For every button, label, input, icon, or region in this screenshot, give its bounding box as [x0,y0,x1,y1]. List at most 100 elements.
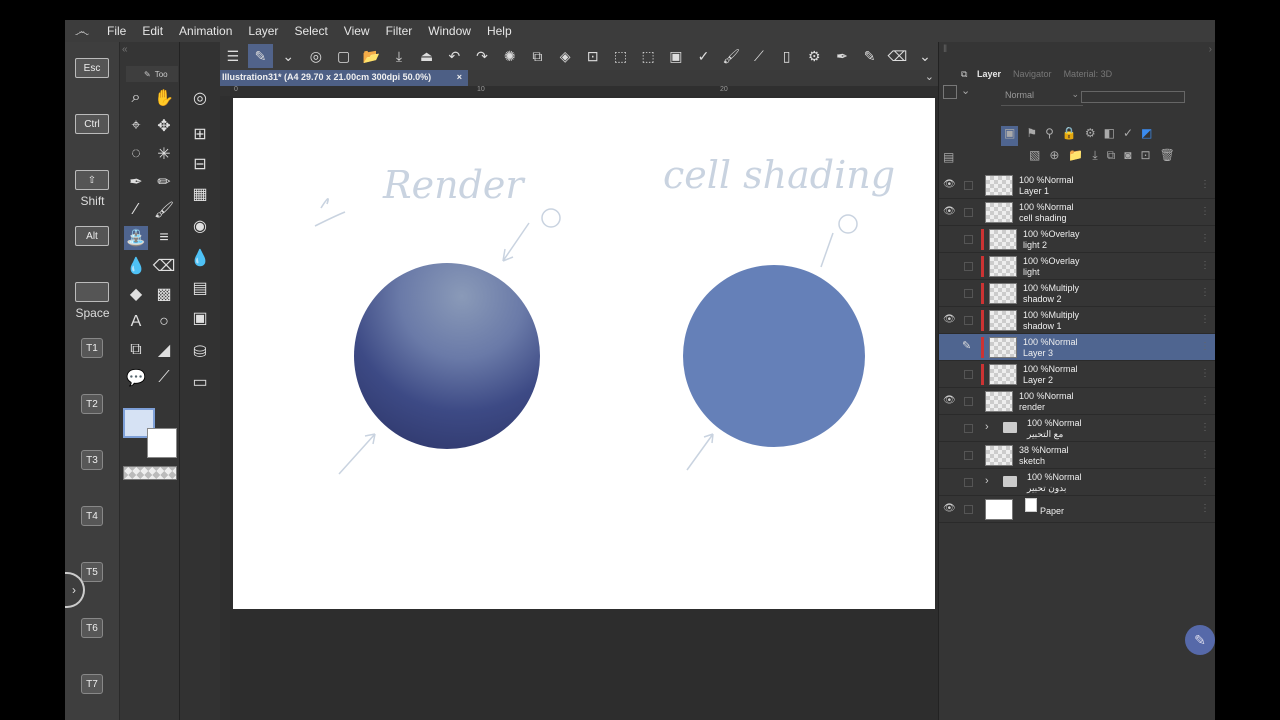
alt-key[interactable]: Alt [75,226,109,246]
layer-row[interactable]: 100 %Overlay light 2 ⋮ [939,226,1215,253]
eye-hidden-icon[interactable] [943,368,955,380]
eye-icon[interactable]: 👁 [943,314,956,326]
eye-hidden-icon[interactable] [943,260,955,272]
layer-stack-icon[interactable]: ⛁ [188,340,212,364]
lock-checkbox[interactable] [964,505,973,514]
new-folder-icon[interactable]: 📁 [1068,148,1083,168]
blend-mode-select[interactable]: Normal ⌄ [1001,89,1083,106]
menu-window[interactable]: Window [420,24,479,38]
layer-row[interactable]: 100 %Multiply shadow 2 ⋮ [939,280,1215,307]
t4-key[interactable]: T4 [81,506,103,526]
menu-help[interactable]: Help [479,24,520,38]
fill-icon[interactable]: ◈ [552,44,578,68]
text-tool-icon[interactable]: A [124,310,148,334]
menu-layer[interactable]: Layer [240,24,286,38]
quick-access-icon[interactable]: ✎ [247,44,274,68]
transfer-down-icon[interactable]: ⤓ [1092,148,1097,168]
drag-handle-icon[interactable]: ⋮ [1200,368,1210,379]
eraser-icon[interactable]: ⌫ [885,44,911,68]
combine-down-icon[interactable]: ⧉ [1107,148,1116,168]
new-vector-layer-icon[interactable]: ⊕ [1049,148,1059,168]
redo-icon[interactable]: ↷ [469,44,495,68]
brush-size-icon[interactable]: ✓ [691,44,717,68]
layer-row[interactable]: 👁 100 %Multiply shadow 1 ⋮ [939,307,1215,334]
eye-hidden-icon[interactable] [943,341,955,353]
floating-pen-button[interactable]: ✎ [1185,625,1215,655]
menu-view[interactable]: View [336,24,378,38]
save-icon[interactable]: ⤓ [386,44,412,68]
collapse-tools-icon[interactable]: « [120,44,180,58]
t7-key[interactable]: T7 [81,674,103,694]
operation-tool-icon[interactable]: ⌖ [124,114,148,138]
drag-handle-icon[interactable]: ⋮ [1200,503,1210,514]
drag-handle-icon[interactable]: ⋮ [1200,179,1210,190]
drag-handle-icon[interactable]: ⋮ [1200,287,1210,298]
panel-collapse-bar[interactable]: ‖ › [939,44,1215,58]
lock-checkbox[interactable] [964,424,973,433]
pencil-tool-icon[interactable]: ✏ [152,170,176,194]
pen-alt-icon[interactable]: ✎ [857,44,883,68]
mask-icon[interactable]: ◧ [1104,126,1115,146]
settings-icon[interactable]: ⚙ [801,44,827,68]
tab-navigator[interactable]: Navigator [1013,69,1052,79]
eye-icon[interactable]: 👁 [943,395,956,407]
lock-checkbox[interactable] [964,316,973,325]
device-icon[interactable]: ▯ [774,44,800,68]
material-icon[interactable]: ▤ [188,276,212,300]
item-bank-icon[interactable]: ▭ [188,370,212,394]
lock-checkbox[interactable] [964,262,973,271]
layer-row[interactable]: 👁 100 %Normal render ⋮ [939,388,1215,415]
layer-row[interactable]: › 100 %Normal بدون تحبير ⋮ [939,469,1215,496]
menu-edit[interactable]: Edit [134,24,171,38]
delete-layer-icon[interactable]: 🗑 [1160,148,1175,168]
reference-layer-icon[interactable]: ⚑ [1026,126,1037,146]
opacity-slider[interactable] [1081,91,1185,103]
drag-handle-icon[interactable]: ⋮ [1200,422,1210,433]
tab-layer[interactable]: Layer [977,69,1001,79]
lock-layer-icon[interactable]: 🔒 [1062,126,1077,146]
lock-checkbox[interactable] [964,451,973,460]
drag-handle-icon[interactable]: ⋮ [1200,395,1210,406]
brush-tool-icon[interactable]: 🖌 [152,198,176,222]
menu-filter[interactable]: Filter [378,24,421,38]
tool-tab[interactable]: ✎ Too [126,66,178,82]
menu-animation[interactable]: Animation [171,24,240,38]
ruler-layer-icon[interactable]: ✓ [1123,126,1133,146]
color-set-icon[interactable]: 💧 [188,246,212,270]
undo-icon[interactable]: ↶ [442,44,468,68]
layer-row[interactable]: 38 %Normal sketch ⋮ [939,442,1215,469]
eraser-tool-icon[interactable]: ⌫ [152,254,176,278]
eye-icon[interactable]: 👁 [943,179,956,191]
t6-key[interactable]: T6 [81,618,103,638]
navigator-icon[interactable]: ◎ [188,86,212,110]
menu-select[interactable]: Select [286,24,335,38]
transform-icon[interactable]: ⊡ [580,44,606,68]
t1-key[interactable]: T1 [81,338,103,358]
timeline-icon[interactable]: ▣ [188,306,212,330]
correct-line-tool-icon[interactable]: ⟋ [152,366,176,390]
t2-key[interactable]: T2 [81,394,103,414]
app-logo-icon[interactable]: ෴ [65,23,99,40]
layer-property-icon[interactable]: ⊞ [188,122,212,146]
layer-row[interactable]: › 100 %Normal مع التحبير ⋮ [939,415,1215,442]
blend-tool-icon[interactable]: 💧 [124,254,148,278]
pen-icon[interactable]: ✒ [829,44,855,68]
draft-layer-icon[interactable]: ⚲ [1045,126,1054,146]
ruler-tool-icon[interactable]: ◢ [152,338,176,362]
zoom-tool-icon[interactable]: ⌕ [124,86,148,110]
eye-hidden-icon[interactable] [943,449,955,461]
esc-key[interactable]: Esc [75,58,109,78]
color-wheel-icon[interactable]: ◉ [188,214,212,238]
eye-hidden-icon[interactable] [943,287,955,299]
apply-mask-icon[interactable]: ⊡ [1141,148,1151,168]
t5-key[interactable]: T5 [81,562,103,582]
deselect-icon[interactable]: ⬚ [608,44,634,68]
close-tab-icon[interactable]: × [457,72,462,82]
eye-hidden-icon[interactable] [943,476,955,488]
clear-icon[interactable]: ✺ [497,44,523,68]
airbrush-tool-icon[interactable]: ⛲ [124,226,148,250]
more-icon[interactable]: ⌄ [912,44,938,68]
gradient-tool-icon[interactable]: ▩ [152,282,176,306]
layer-row[interactable]: 100 %Normal Layer 2 ⋮ [939,361,1215,388]
space-key[interactable] [75,282,109,302]
